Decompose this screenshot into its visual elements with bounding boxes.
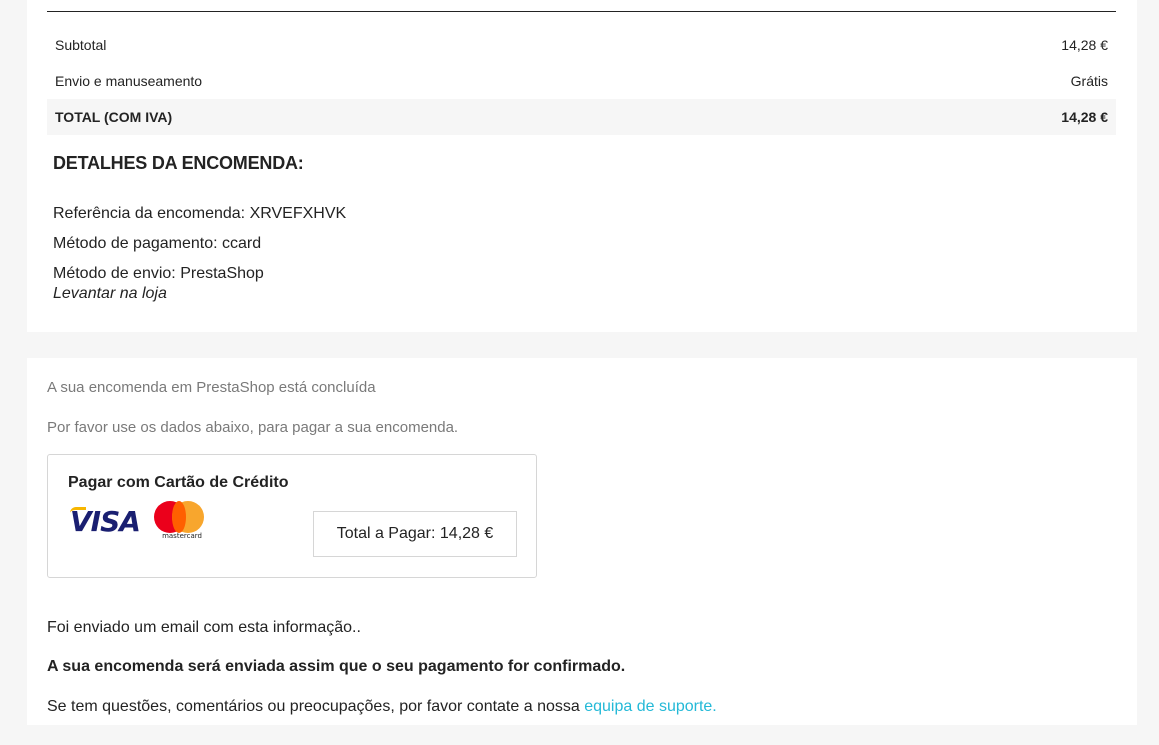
total-value: 14,28 € xyxy=(1061,109,1108,125)
visa-logo-icon: VISA xyxy=(70,505,141,538)
credit-card-payment-box: Pagar com Cartão de Crédito VISA masterc… xyxy=(47,454,537,578)
subtotal-value: 14,28 € xyxy=(1061,37,1108,53)
support-team-link[interactable]: equipa de suporte. xyxy=(584,698,717,715)
shipping-note: Levantar na loja xyxy=(53,285,167,302)
total-row: TOTAL (COM IVA) 14,28 € xyxy=(47,99,1116,135)
payment-box-title: Pagar com Cartão de Crédito xyxy=(68,474,289,491)
shipping-label: Envio e manuseamento xyxy=(55,73,203,89)
support-message: Se tem questões, comentários ou preocupa… xyxy=(47,698,717,716)
email-sent-message: Foi enviado um email com esta informação… xyxy=(47,619,361,636)
shipping-notice: A sua encomenda será enviada assim que o… xyxy=(47,658,626,675)
shipping-value: Grátis xyxy=(1070,73,1108,89)
order-details-title: DETALHES DA ENCOMENDA: xyxy=(53,153,304,173)
total-to-pay: Total a Pagar: 14,28 € xyxy=(313,511,517,557)
shipping-method: Método de envio: PrestaShop xyxy=(53,265,264,282)
order-status-text: A sua encomenda em PrestaShop está concl… xyxy=(47,379,376,396)
payment-info-card: A sua encomenda em PrestaShop está concl… xyxy=(27,358,1137,725)
mastercard-overlap xyxy=(172,501,186,533)
mastercard-logo-icon: mastercard xyxy=(154,501,206,541)
payment-instructions: Por favor use os dados abaixo, para paga… xyxy=(47,419,459,436)
payment-method: Método de pagamento: ccard xyxy=(53,235,262,252)
subtotal-label: Subtotal xyxy=(55,37,107,53)
total-label: TOTAL (COM IVA) xyxy=(55,109,173,125)
divider xyxy=(47,11,1116,12)
subtotal-row: Subtotal 14,28 € xyxy=(47,27,1116,63)
order-summary-card: Subtotal 14,28 € Envio e manuseamento Gr… xyxy=(27,0,1137,332)
order-reference: Referência da encomenda: XRVEFXHVK xyxy=(53,205,347,222)
support-message-text: Se tem questões, comentários ou preocupa… xyxy=(47,698,585,715)
shipping-row: Envio e manuseamento Grátis xyxy=(47,63,1116,99)
mastercard-wordmark: mastercard xyxy=(162,532,202,540)
